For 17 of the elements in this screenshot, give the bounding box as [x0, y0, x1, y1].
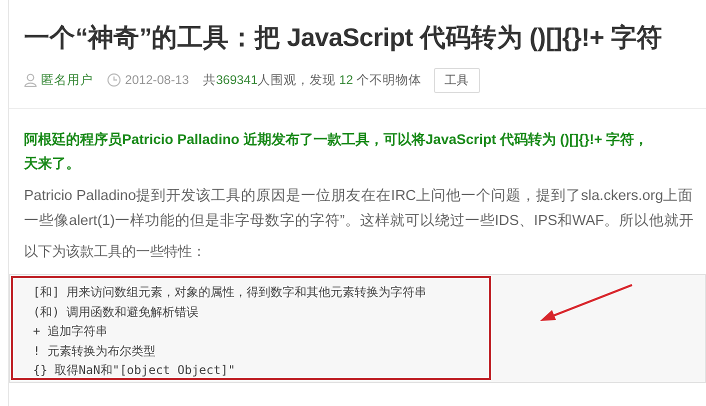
body-text: Patricio Palladino提到开发该工具的原因是一位朋友在在IRC上问他一个问题，提到了sla.ckers.org上面 [24, 187, 694, 206]
lead-text: 阿根廷的程序员Patricio Palladino 近期发布了一款工具，可以将JavaScript 代码转为 ()[]{}!+ 字符， [24, 130, 650, 149]
author-link[interactable]: 匿名用户 [41, 72, 93, 88]
body-text: 一些像alert(1)一样功能的但是非字母数字的字符”。这样就可以绕过一些IDS、IPS和WAF。所以他就开 [24, 212, 695, 231]
article-title: 一个“神奇”的工具：把 JavaScript 代码转为 ()[]{}!+ 字符 [24, 22, 664, 54]
intro-text: 以下为该款工具的一些特性： [24, 243, 207, 261]
code-line: ! 元素转换为布尔类型 [33, 342, 156, 360]
lead-text: 天来了。 [24, 154, 81, 173]
code-line: {} 取得NaN和"[object Object]" [33, 362, 236, 380]
code-line: (和) 调用函数和避免解析错误 [33, 304, 200, 321]
clock-icon [107, 73, 121, 87]
user-icon [24, 73, 37, 87]
code-line: + 追加字符串 [33, 323, 108, 340]
post-date: 2012-08-13 [125, 73, 189, 87]
code-line: [和] 用来访问数组元素，对象的属性，得到数字和其他元素转换为字符串 [33, 284, 428, 301]
view-stats: 共369341人围观，发现 12 个不明物体 [202, 72, 422, 88]
tag-button[interactable]: 工具 [434, 68, 480, 92]
